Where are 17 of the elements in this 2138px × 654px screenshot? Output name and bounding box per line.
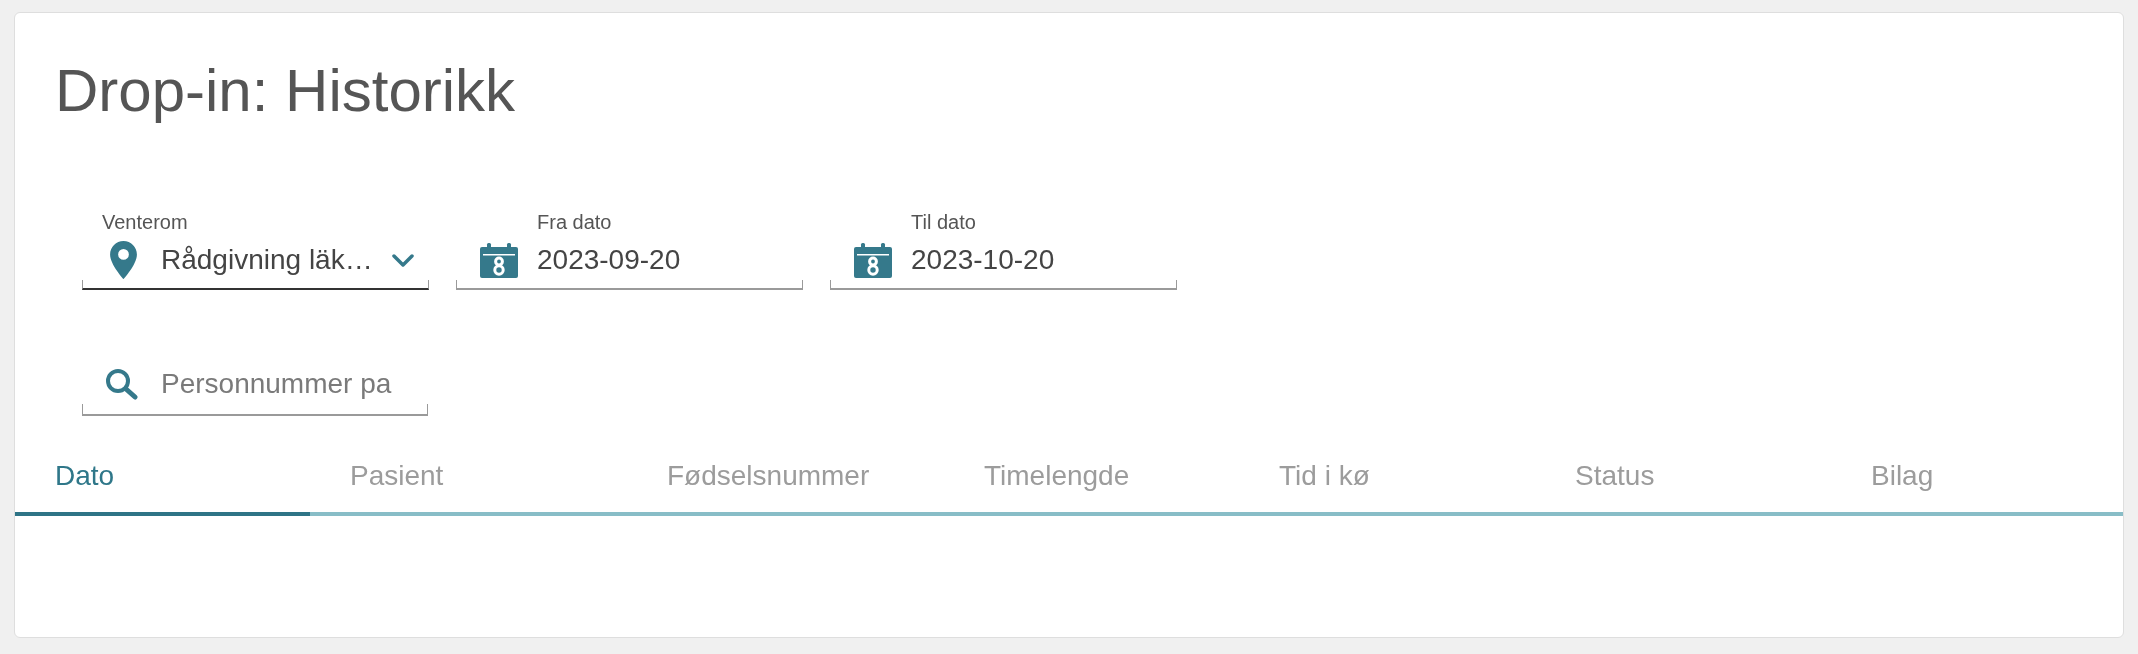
- column-header[interactable]: Tid i kø: [1239, 416, 1535, 516]
- calendar-icon: [480, 242, 518, 278]
- search-field[interactable]: Personnummer pa: [82, 364, 428, 416]
- column-header[interactable]: Dato: [15, 416, 310, 516]
- column-header[interactable]: Fødselsnummer: [627, 416, 944, 516]
- room-select[interactable]: Venterom Rådgivning läk…: [82, 210, 429, 290]
- map-pin-icon: [110, 241, 137, 279]
- column-header[interactable]: Bilag: [1831, 416, 2123, 516]
- calendar-icon: [854, 242, 892, 278]
- column-header[interactable]: Pasient: [310, 416, 627, 516]
- column-header[interactable]: Timelengde: [944, 416, 1239, 516]
- search-icon: [105, 368, 138, 400]
- page-title: Drop-in: Historikk: [55, 61, 516, 121]
- date-field[interactable]: Til dato 2023-10-20: [830, 210, 1177, 290]
- date-field[interactable]: Fra dato 2023-09-20: [456, 210, 803, 290]
- chevron-down-icon: [392, 253, 414, 267]
- column-header[interactable]: Status: [1535, 416, 1831, 516]
